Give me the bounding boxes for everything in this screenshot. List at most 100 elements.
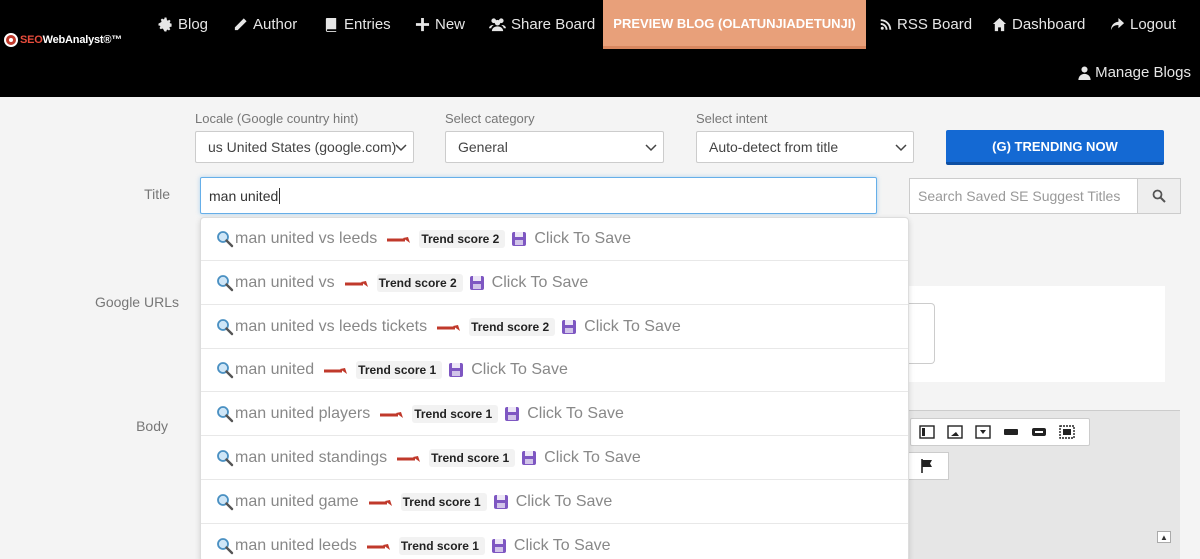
- floppy-disk-icon[interactable]: [504, 406, 520, 422]
- locale-label: Locale (Google country hint): [195, 111, 359, 126]
- gear-icon: [158, 16, 172, 32]
- share-arrow-icon: [1110, 17, 1125, 30]
- floppy-disk-icon[interactable]: [469, 275, 485, 291]
- brand-mark-icon: [4, 33, 18, 47]
- click-to-save-link[interactable]: Click To Save: [544, 449, 641, 467]
- suggestion-item[interactable]: man united leeds Trend score 1 Click To Sa…: [201, 525, 908, 559]
- suggestion-item[interactable]: man united Trend score 1 Click To Save: [201, 349, 908, 393]
- click-to-save-link[interactable]: Click To Save: [534, 230, 631, 248]
- click-to-save-link[interactable]: Click To Save: [516, 493, 613, 511]
- suggestion-text: man united vs leeds tickets: [235, 317, 428, 335]
- suggestion-item[interactable]: man united game Trend score 1 Click To Sav…: [201, 481, 908, 524]
- body-label: Body: [136, 418, 168, 434]
- book-icon: [325, 17, 337, 32]
- floppy-disk-icon[interactable]: [561, 319, 577, 335]
- plus-icon: [415, 17, 430, 31]
- rss-icon: [880, 18, 892, 30]
- trend-arrow-icon: [387, 237, 411, 243]
- editor-button-icon[interactable]: [1029, 424, 1049, 440]
- nav-share-board-label: Share Board: [511, 15, 596, 33]
- trend-arrow-icon: [324, 368, 348, 375]
- click-to-save-link[interactable]: Click To Save: [492, 274, 589, 292]
- suggestion-text: man united: [235, 361, 315, 379]
- nav-rss-board[interactable]: RSS Board: [880, 0, 972, 48]
- trend-score-badge: Trend score 1: [356, 361, 443, 380]
- locale-value: us United States (google.com): [208, 139, 397, 155]
- magnifier-icon: [217, 362, 234, 379]
- intent-label: Select intent: [696, 111, 768, 126]
- preview-blog-button[interactable]: PREVIEW BLOG (OLATUNJIADETUNJI): [603, 0, 866, 49]
- nav-entries[interactable]: Entries: [324, 0, 391, 48]
- nav-logout[interactable]: Logout: [1110, 0, 1176, 48]
- suggestion-item[interactable]: man united players Trend score 1 Click To …: [201, 393, 908, 437]
- trending-now-label: (G) TRENDING NOW: [992, 138, 1118, 154]
- editor-toolbar-row2: [905, 452, 949, 480]
- search-saved-placeholder: Search Saved SE Suggest Titles: [918, 188, 1121, 204]
- category-select[interactable]: General: [445, 131, 664, 163]
- brand-logo[interactable]: SEOWebAnalyst®™: [4, 33, 122, 47]
- home-icon: [992, 17, 1007, 31]
- trending-now-button[interactable]: (G) TRENDING NOW: [946, 130, 1164, 165]
- search-saved-titles-input[interactable]: Search Saved SE Suggest Titles: [909, 178, 1138, 214]
- editor-dropdown-icon[interactable]: [973, 424, 993, 440]
- suggestion-text: man united leeds: [235, 536, 357, 554]
- search-icon: [1152, 189, 1166, 203]
- nav-entries-label: Entries: [344, 15, 391, 33]
- category-value: General: [458, 139, 508, 155]
- nav-author[interactable]: Author: [233, 0, 297, 48]
- locale-select[interactable]: us United States (google.com): [195, 131, 414, 163]
- click-to-save-link[interactable]: Click To Save: [514, 537, 611, 555]
- editor-frame-icon[interactable]: [1057, 424, 1077, 440]
- editor-align-icon[interactable]: [917, 424, 937, 440]
- trend-arrow-icon: [380, 412, 404, 419]
- suggestion-text: man united vs leeds: [235, 230, 378, 247]
- editor-resize-icon[interactable]: ▲: [1157, 531, 1171, 543]
- nav-share-board[interactable]: Share Board: [489, 0, 595, 48]
- trend-arrow-icon: [437, 324, 461, 331]
- click-to-save-link[interactable]: Click To Save: [527, 405, 624, 423]
- suggestion-item[interactable]: man united vs Trend score 2 Click To Save: [201, 262, 908, 305]
- google-urls-textarea[interactable]: [905, 303, 935, 364]
- chevron-down-icon: [645, 144, 657, 152]
- title-label: Title: [144, 186, 170, 202]
- trend-score-badge: Trend score 2: [469, 317, 556, 336]
- floppy-disk-icon[interactable]: [511, 231, 527, 247]
- trend-score-badge: Trend score 1: [398, 536, 485, 555]
- suggestion-item[interactable]: man united standings Trend score 1 Click T…: [201, 437, 908, 480]
- suggestion-text: man united vs: [235, 273, 335, 291]
- floppy-disk-icon[interactable]: [448, 362, 464, 378]
- nav-new[interactable]: New: [415, 0, 465, 48]
- floppy-disk-icon[interactable]: [493, 494, 509, 510]
- click-to-save-link[interactable]: Click To Save: [471, 361, 568, 379]
- editor-image-icon[interactable]: [945, 424, 965, 440]
- chevron-down-icon: [395, 144, 407, 152]
- trend-arrow-icon: [397, 456, 421, 462]
- flag-icon[interactable]: [919, 458, 935, 474]
- intent-select[interactable]: Auto-detect from title: [696, 131, 914, 163]
- trend-score-badge: Trend score 1: [412, 405, 499, 424]
- magnifier-icon: [217, 274, 234, 291]
- magnifier-icon: [217, 537, 234, 554]
- google-urls-area: [905, 286, 1165, 382]
- floppy-disk-icon[interactable]: [491, 538, 507, 554]
- editor-rule-icon[interactable]: [1001, 424, 1021, 440]
- suggestion-item[interactable]: man united vs leeds Trend score 2 Click To…: [201, 218, 908, 261]
- nav-rss-board-label: RSS Board: [897, 15, 973, 33]
- magnifier-icon: [217, 318, 234, 335]
- trend-score-badge: Trend score 2: [376, 273, 463, 292]
- floppy-disk-icon[interactable]: [521, 450, 537, 466]
- brand-seo-text: SEO: [20, 34, 43, 46]
- text-caret: [279, 187, 281, 204]
- click-to-save-link[interactable]: Click To Save: [584, 318, 681, 336]
- brand-name-text: WebAnalyst®™: [42, 34, 123, 46]
- title-input[interactable]: man united: [200, 177, 877, 214]
- nav-blog[interactable]: Blog: [158, 0, 208, 48]
- nav-dashboard[interactable]: Dashboard: [992, 0, 1085, 48]
- suggestion-text: man united game: [235, 492, 359, 510]
- suggestion-item[interactable]: man united vs leeds tickets Trend score 2…: [201, 306, 908, 349]
- search-saved-button[interactable]: [1137, 178, 1181, 214]
- pencil-icon: [234, 17, 247, 30]
- magnifier-icon: [217, 450, 234, 467]
- manage-blogs-link[interactable]: Manage Blogs: [1078, 64, 1191, 81]
- category-label: Select category: [445, 111, 535, 126]
